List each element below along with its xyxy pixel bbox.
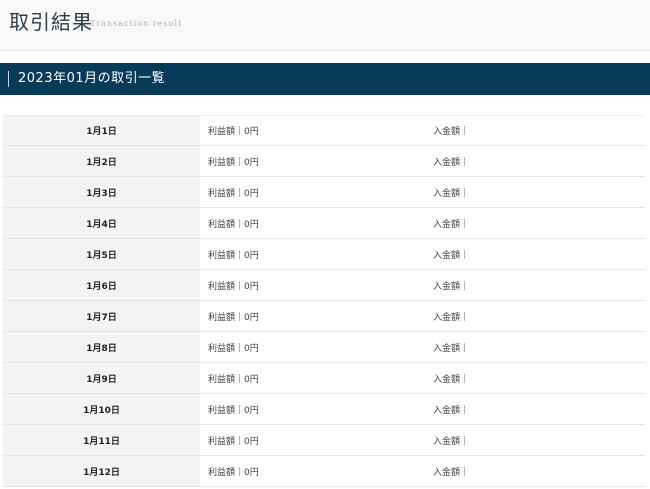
transaction-profit: 利益額｜0円 (208, 281, 259, 292)
transaction-deposit: 入金額｜ (433, 188, 470, 199)
transaction-row: 1月5日 利益額｜0円 入金額｜ (3, 239, 645, 270)
section-title: 2023年01月の取引一覧 (18, 71, 166, 86)
transaction-deposit: 入金額｜ (433, 127, 470, 137)
transaction-profit: 利益額｜0円 (208, 157, 259, 168)
transaction-deposit: 入金額｜ (433, 467, 470, 478)
section-header-bar: 2023年01月の取引一覧 (0, 63, 650, 95)
transaction-profit: 利益額｜0円 (208, 374, 259, 385)
transaction-profit: 利益額｜0円 (208, 405, 259, 416)
transaction-date: 1月2日 (3, 146, 200, 176)
transaction-date: 1月10日 (3, 394, 200, 424)
page-header: 取引結果 Transaction result (0, 0, 650, 51)
transaction-date: 1月6日 (3, 270, 200, 300)
transaction-date: 1月4日 (3, 208, 200, 238)
transaction-row: 1月2日 利益額｜0円 入金額｜ (3, 146, 645, 177)
transaction-row: 1月11日 利益額｜0円 入金額｜ (3, 425, 645, 456)
transaction-profit: 利益額｜0円 (208, 436, 259, 447)
transaction-deposit: 入金額｜ (433, 436, 470, 447)
transaction-row: 1月1日 利益額｜0円 入金額｜ (3, 115, 645, 146)
transaction-profit: 利益額｜0円 (208, 467, 259, 478)
transaction-date: 1月9日 (3, 363, 200, 393)
transaction-deposit: 入金額｜ (433, 250, 470, 261)
transaction-date: 1月12日 (3, 456, 200, 486)
transaction-date: 1月11日 (3, 425, 200, 455)
transaction-row: 1月8日 利益額｜0円 入金額｜ (3, 332, 645, 363)
transaction-row: 1月9日 利益額｜0円 入金額｜ (3, 363, 645, 394)
transaction-deposit: 入金額｜ (433, 219, 470, 230)
transaction-list: 1月1日 利益額｜0円 入金額｜ 1月2日 利益額｜0円 入金額｜ 1月3日 利… (3, 115, 645, 487)
transaction-profit: 利益額｜0円 (208, 127, 259, 137)
transaction-deposit: 入金額｜ (433, 374, 470, 385)
transaction-deposit: 入金額｜ (433, 312, 470, 323)
transaction-profit: 利益額｜0円 (208, 312, 259, 323)
transaction-deposit: 入金額｜ (433, 343, 470, 354)
transaction-date: 1月3日 (3, 177, 200, 207)
transaction-row: 1月10日 利益額｜0円 入金額｜ (3, 394, 645, 425)
transaction-profit: 利益額｜0円 (208, 250, 259, 261)
transaction-profit: 利益額｜0円 (208, 188, 259, 199)
transaction-deposit: 入金額｜ (433, 281, 470, 292)
transaction-deposit: 入金額｜ (433, 405, 470, 416)
transaction-row: 1月7日 利益額｜0円 入金額｜ (3, 301, 645, 332)
transaction-row: 1月3日 利益額｜0円 入金額｜ (3, 177, 645, 208)
transaction-date: 1月7日 (3, 301, 200, 331)
transaction-date: 1月1日 (3, 116, 200, 145)
transaction-row: 1月4日 利益額｜0円 入金額｜ (3, 208, 645, 239)
transaction-row: 1月6日 利益額｜0円 入金額｜ (3, 270, 645, 301)
transaction-row: 1月12日 利益額｜0円 入金額｜ (3, 456, 645, 487)
page-subtitle: Transaction result (90, 19, 183, 28)
transaction-profit: 利益額｜0円 (208, 219, 259, 230)
section-accent-line (8, 71, 9, 87)
transaction-date: 1月8日 (3, 332, 200, 362)
page-title: 取引結果 (9, 10, 93, 34)
transaction-profit: 利益額｜0円 (208, 343, 259, 354)
transaction-deposit: 入金額｜ (433, 157, 470, 168)
transaction-date: 1月5日 (3, 239, 200, 269)
